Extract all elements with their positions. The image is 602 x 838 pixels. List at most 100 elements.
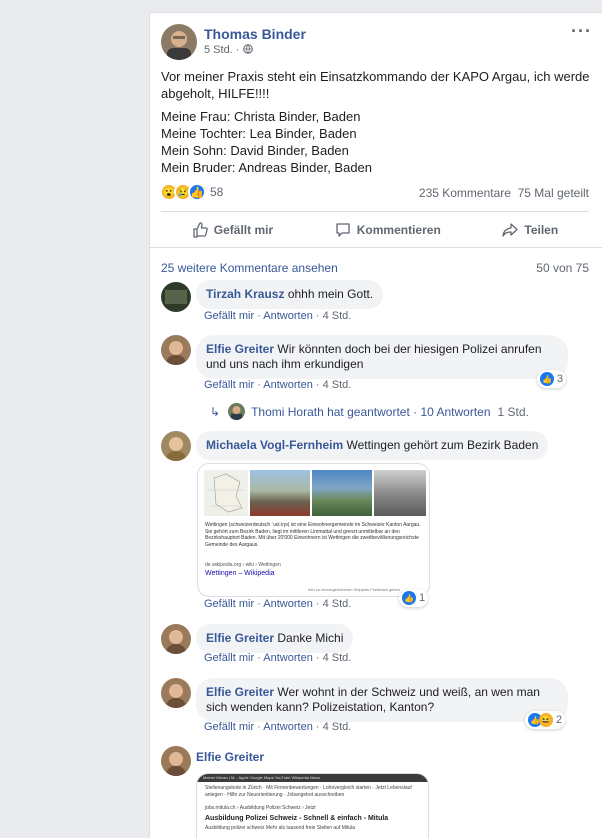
commenter-avatar[interactable] — [161, 624, 191, 654]
commenter-avatar[interactable] — [161, 746, 191, 776]
comment-text: Wettingen gehört zum Bezirk Baden — [346, 438, 539, 452]
post-actions: Gefällt mir Kommentieren Teilen — [161, 211, 589, 247]
commenter-avatar[interactable] — [161, 335, 191, 365]
comment-icon — [336, 222, 350, 237]
share-label: Teilen — [524, 222, 559, 237]
comment-like-link[interactable]: Gefällt mir — [204, 652, 254, 664]
post-line: Meine Tochter: Lea Binder, Baden — [161, 126, 357, 141]
comment-label: Kommentieren — [356, 222, 441, 237]
aerial-photo — [312, 470, 372, 516]
comment-links: Gefällt mir · Antworten · 4 Std. — [204, 721, 352, 733]
comment-bubble: Michaela Vogl-Fernheim Wettingen gehört … — [196, 431, 549, 460]
shares-count[interactable]: 75 Mal geteilt — [518, 186, 589, 200]
screenshot-line: Stellenangebote in Zürich · Mit Firmenbe… — [205, 785, 412, 798]
comment-like-link[interactable]: Gefällt mir — [204, 379, 254, 391]
share-button[interactable]: Teilen — [502, 222, 558, 238]
comments-count[interactable]: 235 Kommentare — [419, 186, 511, 200]
comment-reaction-badge[interactable]: 👍 1 — [399, 589, 429, 607]
historic-photo — [374, 470, 426, 516]
reply-arrow-icon: ↳ — [210, 404, 221, 419]
comment-links: Gefällt mir · Antworten · 4 Std. — [204, 379, 352, 391]
map-thumbnail — [204, 470, 248, 516]
comment-reply-link[interactable]: Antworten — [263, 379, 313, 391]
author-avatar[interactable] — [161, 24, 197, 60]
replier-avatar — [228, 403, 246, 420]
screenshot-url: jobs.mitula.ch › Ausbildung Polizei Schw… — [205, 805, 316, 811]
comment-age: · 4 Std. — [315, 721, 352, 733]
commenter-avatar[interactable] — [161, 282, 191, 312]
comments-pager-count: 50 von 75 — [536, 261, 589, 275]
screenshot-snippet: Ausbildung polizei schweiz Mehr als taus… — [205, 825, 356, 831]
commenter-name[interactable]: Tirzah Krausz — [206, 287, 284, 301]
comment-like-link[interactable]: Gefällt mir — [204, 598, 254, 610]
post-card: Thomas Binder 5 Std. · ··· Vor meiner Pr… — [149, 12, 602, 838]
comment-bubble: Tirzah Krausz ohhh mein Gott. — [196, 280, 384, 309]
replies-text: Thomi Horath hat geantwortet · 10 Antwor… — [251, 404, 491, 419]
reaction-summary[interactable]: 😮 😢 👍 58 — [160, 183, 223, 201]
wiki-source: de.wikipedia.org › wiki › Wettingen — [205, 562, 281, 568]
comment-bubble: Elfie Greiter Wir könnten doch bei der h… — [196, 335, 568, 379]
post-line: Mein Sohn: David Binder, Baden — [161, 143, 349, 158]
comment-bubble: Elfie Greiter Wer wohnt in der Schweiz u… — [196, 678, 568, 722]
like-button[interactable]: Gefällt mir — [192, 221, 274, 238]
post-author[interactable]: Thomas Binder — [204, 26, 306, 42]
comment-age: · 4 Std. — [315, 598, 352, 610]
like-reaction-icon: 👍 — [402, 591, 416, 605]
view-more-comments-link[interactable]: 25 weitere Kommentare ansehen — [161, 261, 338, 275]
town-photo — [250, 470, 310, 516]
comment-reply-link[interactable]: Antworten — [263, 598, 313, 610]
comment-like-link[interactable]: Gefällt mir — [204, 721, 254, 733]
comment-links: Gefällt mir · Antworten · 4 Std. — [204, 598, 352, 610]
browser-bookmarks-bar: Meiner Meran | M... Apple Google Maps Yo… — [197, 774, 428, 782]
post-time[interactable]: 5 Std. · — [204, 44, 239, 56]
post-text: Vor meiner Praxis steht ein Einsatzkomma… — [161, 68, 591, 176]
wiki-link[interactable]: Wettingen – Wikipedia — [205, 570, 275, 577]
more-options-icon[interactable]: ··· — [571, 21, 592, 42]
commenter-name[interactable]: Elfie Greiter — [206, 685, 274, 699]
comment-text: ohhh mein Gott. — [287, 287, 374, 301]
comment-bubble: Elfie Greiter Danke Michi — [196, 624, 354, 653]
wiki-footer: Info zu hervorgehobenen Snippets Feedbac… — [308, 587, 401, 592]
screenshot-title: Ausbildung Polizei Schweiz - Schnell & e… — [205, 815, 389, 822]
view-replies-link[interactable]: ↳ Thomi Horath hat geantwortet · 10 Antw… — [210, 403, 529, 420]
like-label: Gefällt mir — [213, 222, 274, 237]
like-reaction-icon: 👍 — [540, 372, 554, 386]
like-reaction-icon: 👍 — [188, 183, 206, 201]
comment-reply-link[interactable]: Antworten — [263, 310, 313, 322]
comment-text: Danke Michi — [277, 631, 344, 645]
comment-age: · 4 Std. — [315, 379, 352, 391]
commenter-name[interactable]: Elfie Greiter — [206, 342, 274, 356]
post-stats: 235 Kommentare 75 Mal geteilt — [419, 186, 589, 200]
comment-age: · 4 Std. — [315, 652, 352, 664]
comment-like-link[interactable]: Gefällt mir — [204, 310, 254, 322]
comment-reply-link[interactable]: Antworten — [263, 721, 313, 733]
commenter-name[interactable]: Elfie Greiter — [196, 750, 264, 764]
comment-bubble: Elfie Greiter — [196, 750, 264, 765]
commenter-name[interactable]: Elfie Greiter — [206, 631, 274, 645]
reply-age: 1 Std. — [497, 404, 529, 419]
wiki-snippet: Wettingen (schweizerdeutsch ˈʋɛtːiŋə) is… — [205, 522, 421, 548]
haha-reaction-icon: 😆 — [539, 713, 553, 727]
post-meta: 5 Std. · — [204, 44, 253, 56]
share-icon — [502, 222, 519, 237]
globe-icon — [242, 44, 253, 56]
thumbs-up-icon — [193, 221, 208, 238]
post-line: Meine Frau: Christa Binder, Baden — [161, 109, 361, 124]
reaction-count[interactable]: 58 — [210, 185, 223, 199]
reaction-count: 1 — [419, 592, 426, 604]
divider — [150, 247, 602, 248]
search-screenshot[interactable]: Meiner Meran | M... Apple Google Maps Yo… — [196, 773, 429, 838]
comment-links: Gefällt mir · Antworten · 4 Std. — [204, 310, 352, 322]
comment-reaction-badge[interactable]: 👍 3 — [537, 370, 567, 388]
comment-age: · 4 Std. — [315, 310, 352, 322]
commenter-name[interactable]: Michaela Vogl-Fernheim — [206, 438, 343, 452]
commenter-avatar[interactable] — [161, 431, 191, 461]
comment-reaction-badge[interactable]: 👍 😆 2 — [525, 711, 566, 729]
comment-links: Gefällt mir · Antworten · 4 Std. — [204, 652, 352, 664]
comment-reply-link[interactable]: Antworten — [263, 652, 313, 664]
reaction-count: 2 — [556, 714, 563, 726]
post-line: Mein Bruder: Andreas Binder, Baden — [161, 160, 373, 175]
comment-button[interactable]: Kommentieren — [335, 222, 441, 238]
wikipedia-screenshot[interactable]: Wettingen (schweizerdeutsch ˈʋɛtːiŋə) is… — [197, 463, 430, 597]
commenter-avatar[interactable] — [161, 678, 191, 708]
